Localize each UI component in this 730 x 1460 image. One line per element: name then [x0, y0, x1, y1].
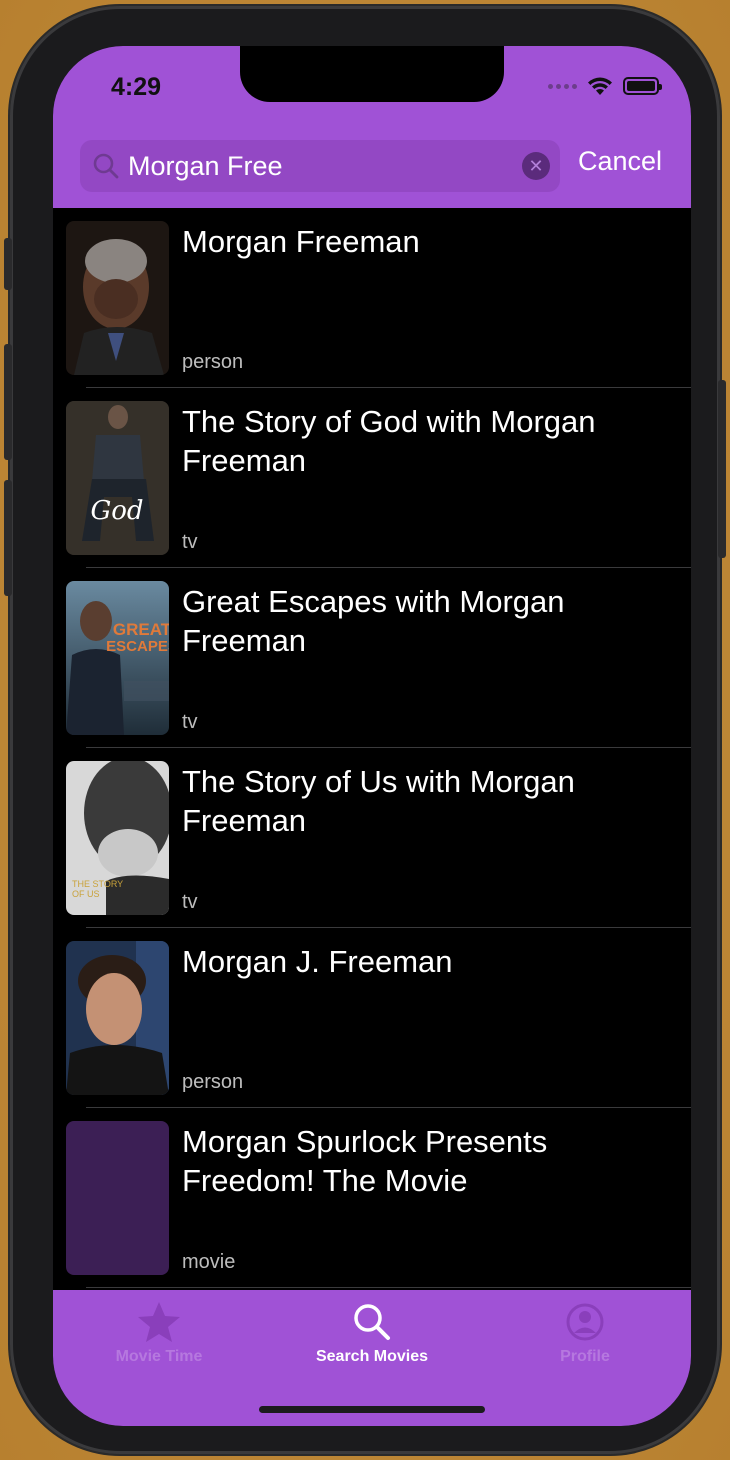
result-row[interactable]: Morgan J. Freeman person	[53, 928, 691, 1108]
result-title: The Story of God with Morgan Freeman	[182, 404, 596, 478]
result-type: person	[182, 1071, 244, 1093]
tab-search-movies[interactable]: Search Movies	[266, 1298, 478, 1366]
star-icon	[138, 1302, 180, 1342]
tab-movie-time[interactable]: Movie Time	[53, 1298, 265, 1366]
svg-text:OF US: OF US	[72, 889, 100, 899]
signal-dots-icon	[548, 83, 577, 89]
power-button	[718, 380, 726, 558]
tab-bar: Movie Time Search Movies Profile	[53, 1290, 691, 1426]
svg-text:God: God	[90, 496, 143, 526]
tab-label: Movie Time	[115, 1348, 203, 1365]
silent-switch	[4, 238, 12, 290]
clear-circle-icon[interactable]: ✕	[522, 152, 550, 180]
result-type: tv	[182, 711, 198, 733]
row-divider	[86, 1287, 691, 1288]
result-row[interactable]: GREAT ESCAPES Great Escapes with Morgan …	[53, 568, 691, 748]
search-icon	[354, 1304, 390, 1340]
home-indicator[interactable]	[259, 1406, 485, 1413]
tab-profile[interactable]: Profile	[479, 1298, 691, 1366]
result-title: Morgan J. Freeman	[182, 944, 453, 979]
result-poster: GREAT ESCAPES	[66, 581, 169, 735]
result-title: Morgan Spurlock Presents Freedom! The Mo…	[182, 1124, 548, 1198]
result-row[interactable]: Morgan Freeman person	[53, 208, 691, 388]
svg-text:GREAT: GREAT	[113, 620, 169, 639]
result-row[interactable]: God The Story of God with Morgan Freeman…	[53, 388, 691, 568]
search-results-list: Morgan Freeman person God The Story of G…	[53, 208, 691, 1288]
search-bar[interactable]: ✕	[80, 140, 560, 192]
result-poster-placeholder	[66, 1121, 169, 1275]
svg-text:ESCAPES: ESCAPES	[106, 638, 169, 655]
volume-down-button	[4, 480, 12, 596]
result-poster	[66, 941, 169, 1095]
tab-label: Search Movies	[315, 1348, 429, 1365]
wifi-icon	[588, 77, 612, 95]
result-poster	[66, 221, 169, 375]
screen: 4:29 ✕ Cancel	[53, 46, 691, 1426]
volume-up-button	[4, 344, 12, 460]
profile-icon	[566, 1303, 604, 1341]
result-poster: THE STORY OF US	[66, 761, 169, 915]
result-row[interactable]: THE STORY OF US The Story of Us with Mor…	[53, 748, 691, 928]
status-icons	[548, 76, 662, 96]
phone-frame: 4:29 ✕ Cancel	[4, 6, 726, 1454]
result-title: The Story of Us with Morgan Freeman	[182, 764, 575, 838]
result-title: Morgan Freeman	[182, 224, 420, 259]
result-type: movie	[182, 1251, 236, 1273]
result-type: tv	[182, 891, 198, 913]
cancel-button[interactable]: Cancel	[578, 146, 662, 177]
search-input[interactable]	[128, 150, 468, 182]
search-icon	[93, 153, 119, 179]
result-row[interactable]: Morgan Spurlock Presents Freedom! The Mo…	[53, 1108, 691, 1288]
tab-label: Profile	[560, 1348, 610, 1365]
result-poster: God	[66, 401, 169, 555]
navigation-header: 4:29 ✕ Cancel	[53, 46, 691, 208]
result-type: tv	[182, 531, 198, 553]
status-time: 4:29	[111, 73, 162, 101]
result-title: Great Escapes with Morgan Freeman	[182, 584, 565, 658]
battery-icon	[623, 77, 662, 95]
notch	[240, 46, 504, 102]
result-type: person	[182, 351, 244, 373]
svg-text:THE STORY: THE STORY	[72, 879, 123, 889]
